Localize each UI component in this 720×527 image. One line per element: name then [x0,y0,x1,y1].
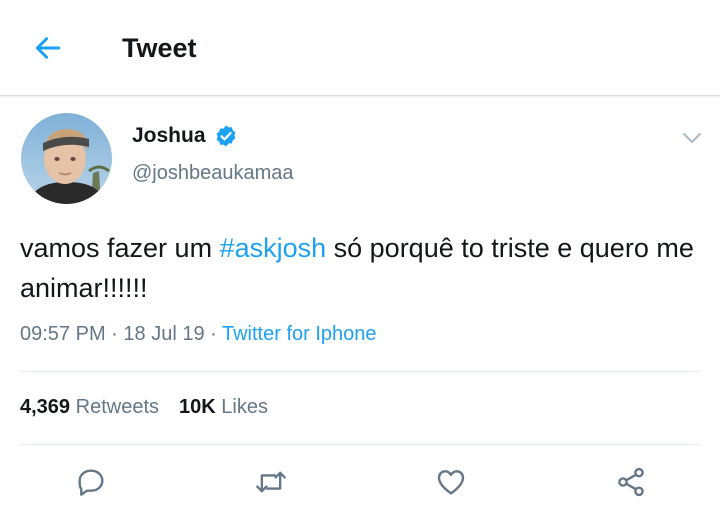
meta-separator: · [105,323,124,345]
likes-stat[interactable]: 10K Likes [179,396,268,418]
tweet-action-bar [0,462,720,502]
arrow-left-icon [35,37,61,59]
reply-button[interactable] [71,462,111,502]
back-button[interactable] [30,30,66,66]
share-button[interactable] [611,462,651,502]
tweet-source-link[interactable]: Twitter for Iphone [222,323,377,345]
meta-separator: · [204,323,222,345]
hashtag-link[interactable]: #askjosh [220,233,327,263]
tweet-metadata: 09:57 PM · 18 Jul 19 · Twitter for Iphon… [20,323,377,346]
reply-icon [78,469,104,496]
likes-count: 10K [179,396,216,418]
likes-label: Likes [221,396,268,418]
tweet-date: 18 Jul 19 [123,323,205,345]
tweet-text-part: vamos fazer um [20,233,220,263]
top-app-bar: Tweet [0,0,720,96]
retweets-count: 4,369 [20,396,71,418]
tweet-time: 09:57 PM [20,323,106,345]
like-button[interactable] [431,462,471,502]
share-icon [618,467,644,497]
avatar[interactable] [21,113,112,204]
chevron-down-icon [683,133,701,143]
display-name[interactable]: Joshua [132,124,206,148]
tweet-text: vamos fazer um #askjosh só porquê to tri… [20,228,700,308]
retweet-button[interactable] [251,462,291,502]
author-name-row: Joshua [132,124,238,148]
tweet-menu-button[interactable] [680,128,704,148]
tweet-stats: 4,369 Retweets 10K Likes [20,396,268,419]
retweets-stat[interactable]: 4,369 Retweets [20,396,159,418]
page-title: Tweet [122,33,197,63]
verified-badge-icon [214,124,238,148]
divider [20,444,700,445]
heart-icon [437,470,465,495]
retweets-label: Retweets [75,396,159,418]
user-handle[interactable]: @joshbeaukamaa [132,162,294,185]
retweet-icon [256,471,286,493]
divider [20,371,700,372]
